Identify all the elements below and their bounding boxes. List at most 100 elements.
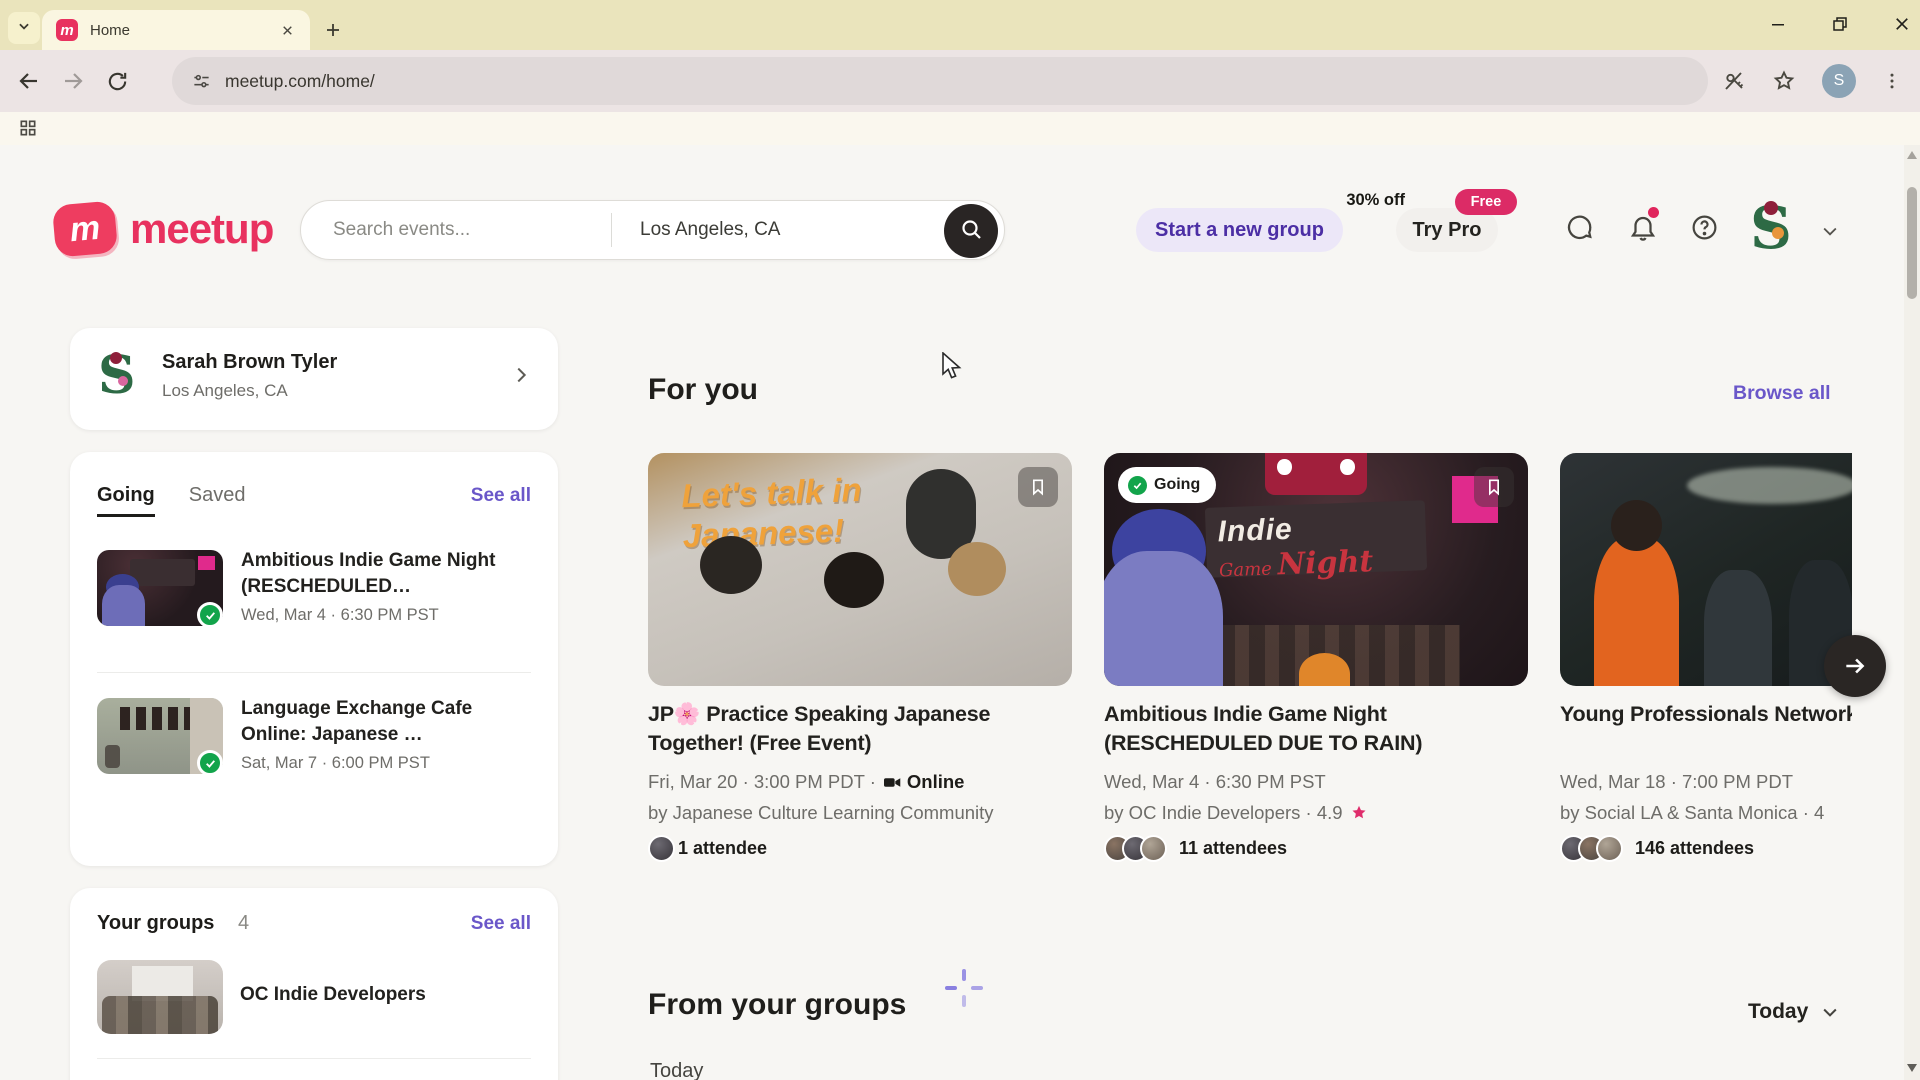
browser-toolbar: meetup.com/home/ S [0, 50, 1920, 112]
groups-see-all-link[interactable]: See all [471, 913, 531, 935]
browser-profile-avatar[interactable]: S [1822, 64, 1856, 98]
groups-row-label: Today [650, 1060, 703, 1080]
notifications-icon[interactable] [1628, 213, 1658, 248]
sidebar-event-item[interactable]: Ambitious Indie Game Night (RESCHEDULED…… [97, 548, 531, 644]
sidebar-event-item[interactable]: Language Exchange Cafe Online: Japanese … [97, 696, 531, 792]
group-thumbnail[interactable] [97, 960, 223, 1034]
event-datetime: Fri, Mar 20 · 3:00 PM PDT · Online [648, 771, 964, 793]
browse-all-link[interactable]: Browse all [1733, 382, 1831, 405]
scrollbar-thumb[interactable] [1907, 187, 1917, 299]
event-title[interactable]: Ambitious Indie Game Night (RESCHEDULED … [1104, 700, 1528, 758]
avatar [648, 835, 675, 862]
going-badge: Going [1118, 467, 1216, 503]
toolbar-right: S [1722, 50, 1920, 112]
avatar [1140, 835, 1167, 862]
attendee-count: 1 attendee [678, 838, 767, 859]
mouse-cursor [941, 352, 967, 387]
meetup-favicon: m [56, 19, 78, 41]
day-filter-dropdown[interactable]: Today [1748, 1000, 1840, 1024]
close-button[interactable] [1892, 14, 1912, 34]
bookmark-button[interactable] [1474, 467, 1514, 507]
profile-card[interactable]: S Sarah Brown Tyler Los Angeles, CA [70, 328, 558, 430]
event-title[interactable]: JP🌸 Practice Speaking Japanese Together!… [648, 700, 1072, 758]
event-card[interactable]: Young Professionals Networking Meetup We… [1560, 453, 1852, 877]
host-text: by Japanese Culture Learning Community [648, 802, 994, 824]
sign-text: Night [1277, 544, 1374, 582]
avatar [1596, 835, 1623, 862]
event-host: by Japanese Culture Learning Community [648, 802, 1072, 824]
window-controls [1768, 14, 1912, 34]
password-manager-icon[interactable] [1722, 69, 1746, 93]
browser-window: m Home [0, 0, 1920, 1080]
tab-saved[interactable]: Saved [189, 484, 246, 507]
profile-avatar: S [98, 350, 136, 402]
user-avatar[interactable]: S [1750, 199, 1792, 257]
bookmark-button[interactable] [1018, 467, 1058, 507]
sign-text: Indie [1217, 513, 1293, 549]
attendees-row: 1 attendee [648, 835, 767, 862]
event-host: by Social LA & Santa Monica · 4 [1560, 802, 1852, 824]
group-name[interactable]: OC Indie Developers [240, 984, 426, 1006]
event-date-text: Wed, Mar 4 · 6:30 PM PST [1104, 771, 1326, 793]
day-filter-label: Today [1748, 1000, 1808, 1024]
chevron-down-icon [1820, 1002, 1840, 1022]
attendee-count: 11 attendees [1179, 838, 1287, 859]
tab-close-icon[interactable] [278, 21, 296, 39]
start-group-button[interactable]: Start a new group [1136, 208, 1343, 252]
groups-heading: Your groups [97, 912, 214, 935]
profile-name: Sarah Brown Tyler [162, 351, 337, 374]
help-icon[interactable] [1690, 213, 1719, 247]
event-date: Sat, Mar 7 · 6:00 PM PST [241, 754, 430, 773]
event-image: Let's talk in Japanese! [648, 453, 1072, 686]
event-datetime: Wed, Mar 4 · 6:30 PM PST [1104, 771, 1326, 793]
tab-search-button[interactable] [8, 12, 40, 44]
bookmark-icon [1028, 477, 1048, 497]
from-groups-heading: From your groups [648, 988, 906, 1022]
online-badge: Online [884, 771, 965, 793]
going-badge-label: Going [1154, 476, 1200, 494]
next-arrow-button[interactable] [1824, 635, 1886, 697]
attendee-avatars [1104, 835, 1158, 862]
events-see-all-link[interactable]: See all [471, 485, 531, 507]
event-date-text: Fri, Mar 20 · 3:00 PM PDT · [648, 771, 876, 793]
event-datetime: Wed, Mar 18 · 7:00 PM PDT [1560, 771, 1793, 793]
event-title[interactable]: Young Professionals Networking Meetup [1560, 700, 1852, 729]
tab-going[interactable]: Going [97, 484, 155, 517]
my-events-card: Going Saved See all Ambitious Indie Game… [70, 452, 558, 866]
attendees-row: 146 attendees [1560, 835, 1754, 862]
profile-location: Los Angeles, CA [162, 381, 288, 401]
search-input[interactable]: Search events... [301, 219, 611, 241]
meetup-logo[interactable]: m meetup [54, 203, 273, 255]
forward-button[interactable] [58, 66, 88, 96]
event-date-text: Wed, Mar 18 · 7:00 PM PDT [1560, 771, 1793, 793]
messages-icon[interactable] [1564, 213, 1594, 248]
scroll-down-arrow[interactable] [1906, 1060, 1918, 1078]
online-label: Online [907, 771, 965, 793]
more-menu-icon[interactable] [1882, 71, 1902, 91]
event-card[interactable]: Indie GameNight Going [1104, 453, 1528, 877]
search-button[interactable] [944, 204, 998, 258]
attendee-count: 146 attendees [1635, 838, 1754, 859]
tab-groups-grid-icon[interactable] [18, 118, 38, 138]
site-settings-icon[interactable] [192, 72, 211, 91]
page-scrollbar[interactable] [1904, 145, 1920, 1080]
going-check-icon [197, 602, 223, 628]
minimize-button[interactable] [1768, 14, 1788, 34]
event-date: Wed, Mar 4 · 6:30 PM PST [241, 606, 439, 625]
profile-chevron-down-icon[interactable] [1820, 221, 1840, 246]
reload-button[interactable] [102, 66, 132, 96]
divider [97, 672, 531, 673]
new-tab-button[interactable] [320, 17, 346, 43]
attendees-row: 11 attendees [1104, 835, 1287, 862]
tab-strip: m Home [0, 0, 1920, 50]
maximize-button[interactable] [1830, 14, 1850, 34]
scroll-up-arrow[interactable] [1906, 147, 1918, 165]
back-button[interactable] [14, 66, 44, 96]
browser-tab-home[interactable]: m Home [42, 10, 310, 50]
url-bar[interactable]: meetup.com/home/ [172, 57, 1708, 105]
url-text: meetup.com/home/ [225, 71, 375, 92]
event-card[interactable]: Let's talk in Japanese! JP🌸 Practice Spe… [648, 453, 1072, 877]
tab-title: Home [90, 22, 278, 39]
meetup-page: m meetup Search events... Los Angeles, C… [0, 145, 1920, 1080]
bookmark-star-icon[interactable] [1772, 69, 1796, 93]
